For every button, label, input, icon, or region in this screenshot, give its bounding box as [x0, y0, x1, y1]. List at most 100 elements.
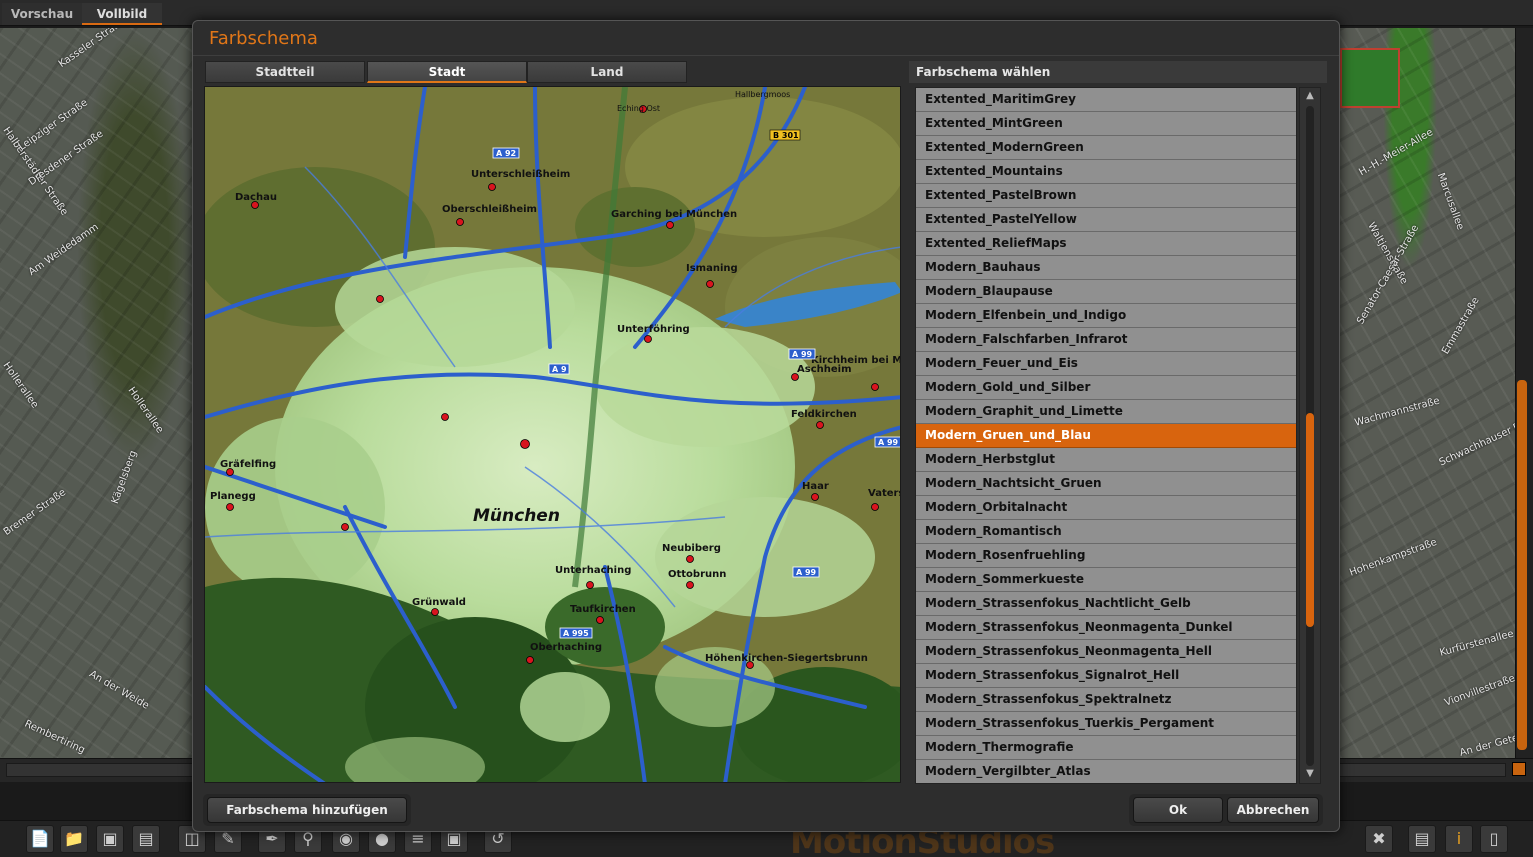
map-label: Neubiberg	[662, 543, 721, 554]
list-item[interactable]: Modern_Feuer_und_Eis	[916, 352, 1296, 376]
road-shield: A 99	[796, 568, 817, 577]
tab-stadt[interactable]: Stadt	[367, 61, 527, 83]
road-shield: A 99	[878, 438, 899, 447]
map-label: Haar	[802, 481, 829, 492]
dialog-title: Farbschema	[209, 28, 318, 49]
map-label: Ottobrunn	[668, 569, 726, 580]
road-shield: A 92	[496, 149, 516, 158]
road-shield: A 9	[552, 365, 567, 374]
save-icon[interactable]: ▣	[96, 825, 124, 853]
list-item[interactable]: Modern_Thermografie	[916, 736, 1296, 760]
ok-button[interactable]: Ok	[1133, 797, 1223, 823]
map-label: Eching Ost	[617, 104, 660, 113]
cancel-button[interactable]: Abbrechen	[1227, 797, 1319, 823]
list-item[interactable]: Modern_Herbstglut	[916, 448, 1296, 472]
tab-vorschau[interactable]: Vorschau	[2, 3, 82, 25]
background-map-left: Kasseler Straße Halberstädter Straße Dre…	[0, 28, 192, 758]
list-item[interactable]: Modern_Nachtsicht_Gruen	[916, 472, 1296, 496]
map-label: Oberschleißheim	[442, 204, 537, 215]
map-label: Unterhaching	[555, 565, 631, 576]
scheme-list-scrollbar[interactable]: ▲ ▼	[1299, 87, 1321, 784]
street-label: Senator-Caesar-Straße	[1355, 223, 1422, 327]
tools-icon[interactable]: ✖	[1365, 825, 1393, 853]
list-item[interactable]: Extented_ReliefMaps	[916, 232, 1296, 256]
title-divider	[193, 55, 1339, 56]
list-item[interactable]: Extented_MintGreen	[916, 112, 1296, 136]
list-item[interactable]: Modern_Graphit_und_Limette	[916, 400, 1296, 424]
list-item[interactable]: Extented_MaritimGrey	[916, 88, 1296, 112]
street-label: Hohenkampstraße	[1348, 536, 1439, 579]
map-label-muenchen: München	[473, 506, 560, 526]
street-label: Wachmannstraße	[1353, 395, 1442, 429]
list-item[interactable]: Modern_Blaupause	[916, 280, 1296, 304]
street-label: Vionvillestraße	[1443, 672, 1515, 709]
scheme-list[interactable]: Extented_MaritimGrey Extented_MintGreen …	[915, 87, 1297, 784]
new-file-icon[interactable]: 📄	[26, 825, 54, 853]
street-label: Kägelsberg	[109, 449, 140, 506]
tab-vollbild[interactable]: Vollbild	[82, 3, 162, 25]
add-scheme-button[interactable]: Farbschema hinzufügen	[207, 797, 407, 823]
map-preview: München Unterschleißheim Oberschleißheim…	[204, 86, 901, 783]
background-map-right: H.-H.-Meier-Allee Marcusallee Waltjenstr…	[1340, 28, 1515, 758]
list-item[interactable]: Modern_Rosenfruehling	[916, 544, 1296, 568]
list-item[interactable]: Modern_Strassenfokus_Tuerkis_Pergament	[916, 712, 1296, 736]
map-label: Feldkirchen	[791, 409, 857, 420]
scroll-down-icon[interactable]: ▼	[1303, 768, 1317, 780]
scrollbar-thumb[interactable]	[1306, 413, 1314, 627]
tab-stadtteil[interactable]: Stadtteil	[205, 61, 365, 83]
list-item[interactable]: Modern_Strassenfokus_Nachtlicht_Gelb	[916, 592, 1296, 616]
app-window: Vorschau Vollbild Kasseler Straße Halber…	[0, 0, 1533, 857]
map-label: Vaterstetten	[868, 488, 901, 499]
color-scheme-dialog: Farbschema Stadtteil Stadt Land München …	[192, 20, 1340, 832]
street-label: Hollerallee	[0, 360, 41, 411]
map-label: Dachau	[235, 192, 277, 203]
corner-indicator[interactable]	[1512, 762, 1526, 776]
list-item[interactable]: Modern_Elfenbein_und_Indigo	[916, 304, 1296, 328]
map-preview-graphic: München Unterschleißheim Oberschleißheim…	[205, 87, 901, 782]
map-label: Planegg	[210, 491, 256, 502]
road-shield: A 99	[792, 350, 813, 359]
list-item[interactable]: Modern_Romantisch	[916, 520, 1296, 544]
list-item[interactable]: Modern_Falschfarben_Infrarot	[916, 328, 1296, 352]
trash-icon[interactable]: ▯	[1480, 825, 1508, 853]
list-item[interactable]: Modern_Vergilbter_Atlas	[916, 760, 1296, 783]
open-folder-icon[interactable]: 📁	[60, 825, 88, 853]
road-shield: B 301	[773, 131, 799, 140]
street-label: Rembertiring	[22, 718, 87, 757]
save-as-icon[interactable]: ▤	[132, 825, 160, 853]
street-label: Kasseler Straße	[56, 28, 128, 71]
tab-land[interactable]: Land	[527, 61, 687, 83]
list-item[interactable]: Extented_PastelBrown	[916, 184, 1296, 208]
preview-tab-bar: Stadtteil Stadt Land	[205, 61, 689, 83]
street-label: Kurfürstenallee	[1438, 628, 1515, 659]
list-item[interactable]: Modern_Strassenfokus_Signalrot_Hell	[916, 664, 1296, 688]
list-item[interactable]: Modern_Strassenfokus_Neonmagenta_Dunkel	[916, 616, 1296, 640]
list-item[interactable]: Modern_Bauhaus	[916, 256, 1296, 280]
street-label: Emmastraße	[1440, 295, 1482, 357]
list-item[interactable]: Extented_PastelYellow	[916, 208, 1296, 232]
list-item[interactable]: Modern_Gold_und_Silber	[916, 376, 1296, 400]
map-label: Unterföhring	[617, 324, 690, 335]
map-label: Hallbergmoos	[735, 90, 790, 99]
list-item[interactable]: Modern_Orbitalnacht	[916, 496, 1296, 520]
list-item[interactable]: Modern_Sommerkueste	[916, 568, 1296, 592]
book-icon[interactable]: ▤	[1408, 825, 1436, 853]
map-label: Höhenkirchen-Siegertsbrunn	[705, 653, 868, 664]
map-label: Aschheim	[797, 364, 852, 375]
map-label: Unterschleißheim	[471, 169, 570, 180]
list-item[interactable]: Extented_ModernGreen	[916, 136, 1296, 160]
street-label: An der Weide	[87, 668, 151, 712]
street-label: Hollerallee	[125, 385, 166, 436]
list-item-selected[interactable]: Modern_Gruen_und_Blau	[916, 424, 1296, 448]
map-label: Grünwald	[412, 597, 466, 608]
scroll-up-icon[interactable]: ▲	[1303, 90, 1317, 102]
list-item[interactable]: Extented_Mountains	[916, 160, 1296, 184]
street-label: Bremer Straße	[1, 487, 68, 539]
list-item[interactable]: Modern_Strassenfokus_Spektralnetz	[916, 688, 1296, 712]
info-icon[interactable]: i	[1445, 825, 1473, 853]
background-scrollbar-thumb[interactable]	[1517, 380, 1527, 750]
list-item[interactable]: Modern_Strassenfokus_Neonmagenta_Hell	[916, 640, 1296, 664]
road-shield: A 995	[563, 629, 589, 638]
street-label: Schwachhauser Ring	[1437, 414, 1515, 469]
street-label: Marcusallee	[1434, 171, 1466, 232]
